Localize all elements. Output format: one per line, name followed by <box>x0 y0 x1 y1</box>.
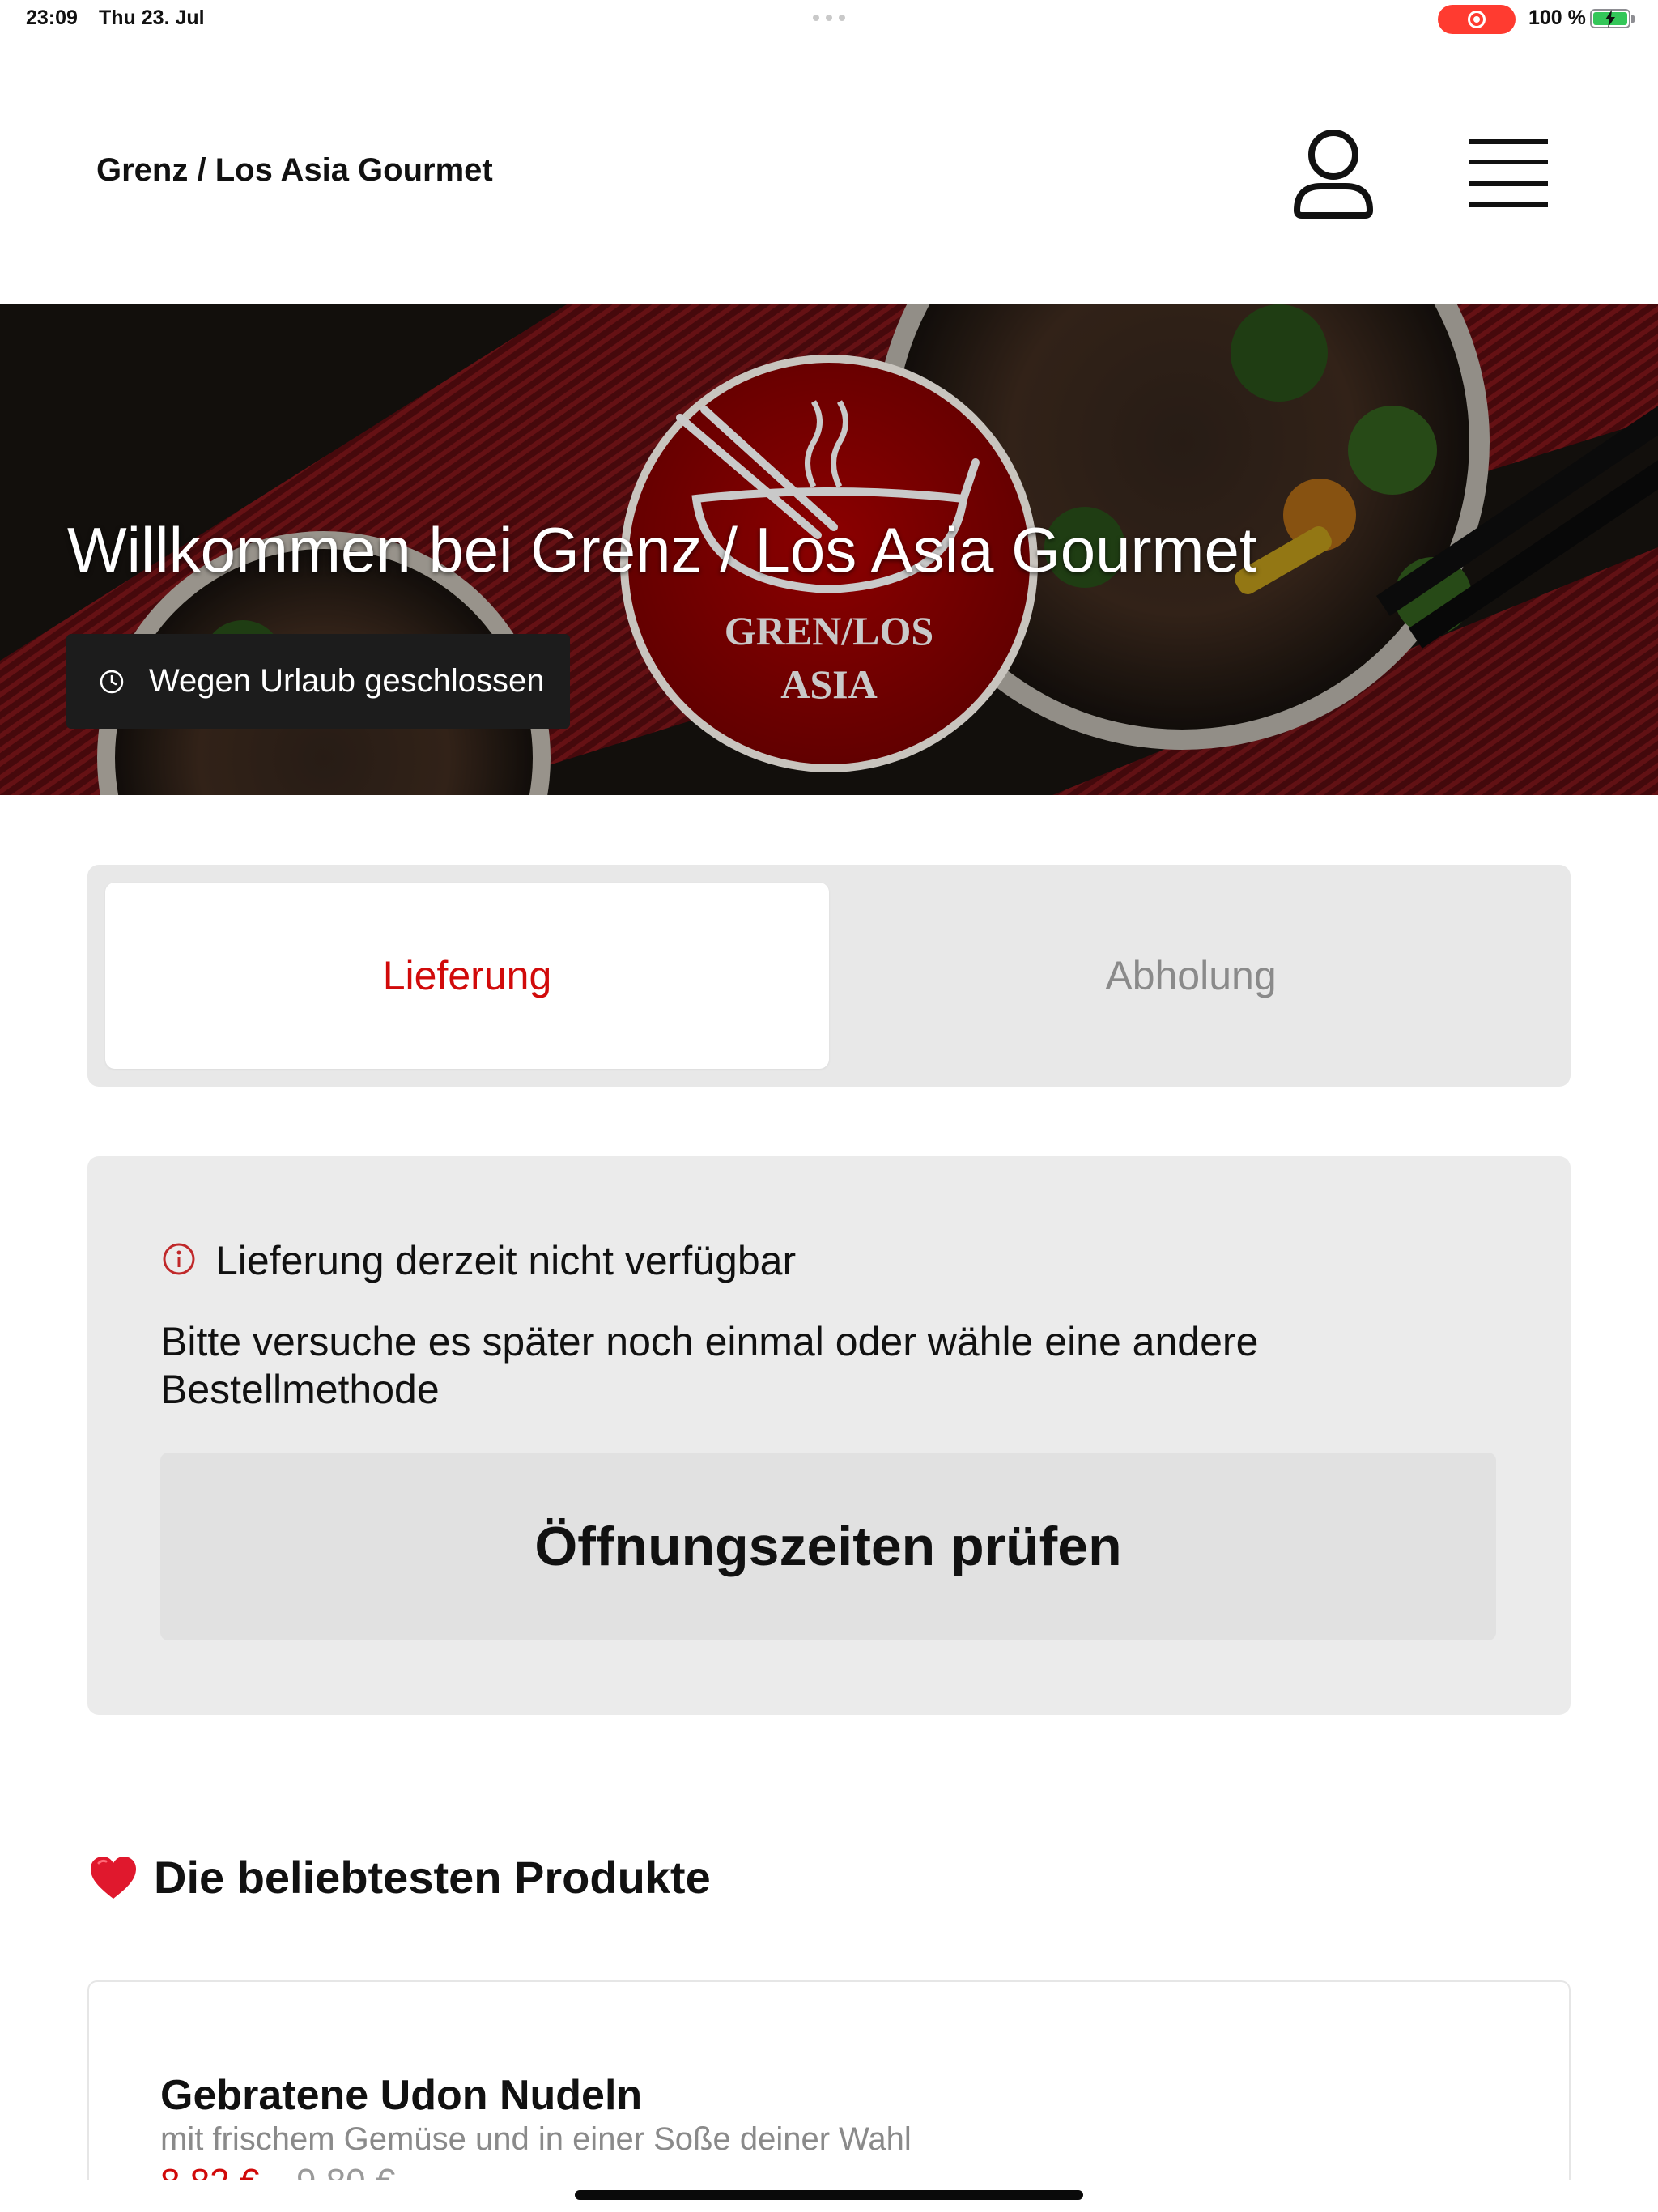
notice-title: Lieferung derzeit nicht verfügbar <box>215 1238 797 1283</box>
popular-products-title: Die beliebtesten Produkte <box>154 1852 711 1903</box>
logo-text-top: GREN/LOS <box>725 608 933 653</box>
welcome-title: Willkommen bei Grenz / Los Asia Gourmet <box>67 514 1257 585</box>
popular-products-heading: Die beliebtesten Produkte <box>89 1851 711 1904</box>
menu-button[interactable] <box>1464 136 1553 211</box>
logo-text-bottom: ASIA <box>780 661 877 707</box>
hamburger-menu-icon <box>1469 139 1548 207</box>
status-bar: 23:09 Thu 23. Jul 100 % <box>0 0 1658 39</box>
restaurant-name[interactable]: Grenz / Los Asia Gourmet <box>96 152 493 189</box>
status-time: 23:09 <box>26 6 78 29</box>
order-method-toggle: Lieferung Abholung <box>87 865 1571 1087</box>
charging-bolt-icon <box>1605 10 1615 28</box>
opening-status-text: Wegen Urlaub geschlossen <box>149 663 545 699</box>
info-icon <box>163 1243 195 1275</box>
account-button[interactable] <box>1290 126 1376 220</box>
tab-pickup[interactable]: Abholung <box>829 883 1553 1069</box>
product-description: mit frischem Gemüse und in einer Soße de… <box>160 2121 912 2157</box>
screen-recording-icon[interactable] <box>1438 5 1516 34</box>
check-opening-hours-button[interactable]: Öffnungszeiten prüfen <box>160 1453 1496 1640</box>
tab-delivery[interactable]: Lieferung <box>105 883 829 1069</box>
product-card[interactable]: Gebratene Udon Nudeln mit frischem Gemüs… <box>87 1980 1571 2212</box>
delivery-unavailable-notice: Lieferung derzeit nicht verfügbar Bitte … <box>87 1156 1571 1715</box>
user-icon <box>1293 130 1374 219</box>
heart-icon <box>91 1856 136 1899</box>
product-name: Gebratene Udon Nudeln <box>160 2072 643 2119</box>
clock-icon <box>100 670 124 693</box>
status-date: Thu 23. Jul <box>99 6 205 29</box>
opening-status-badge: Wegen Urlaub geschlossen <box>66 634 570 729</box>
top-header: Grenz / Los Asia Gourmet <box>0 39 1658 304</box>
hero-banner: GREN/LOS ASIA Willkommen bei Grenz / Los… <box>0 304 1658 795</box>
notice-body: Bitte versuche es später noch einmal ode… <box>160 1319 1259 1412</box>
home-indicator[interactable] <box>575 2190 1083 2200</box>
battery-percentage: 100 % <box>1528 6 1586 29</box>
multitasking-dots-icon[interactable] <box>813 15 845 21</box>
